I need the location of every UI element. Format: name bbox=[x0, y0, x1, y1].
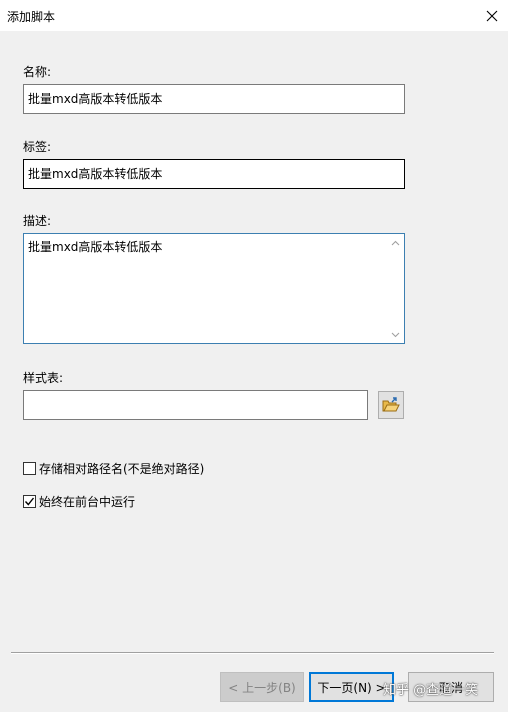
dialog-title: 添加脚本 bbox=[7, 10, 56, 24]
description-text: 批量mxd高版本转低版本 bbox=[28, 240, 163, 254]
run-foreground-option[interactable]: 始终在前台中运行 bbox=[23, 493, 135, 510]
description-label: 描述: bbox=[23, 214, 52, 228]
relative-paths-checkbox[interactable] bbox=[23, 462, 36, 475]
name-label: 名称: bbox=[23, 65, 52, 79]
tag-input[interactable]: 批量mxd高版本转低版本 bbox=[23, 159, 405, 189]
chevron-down-icon bbox=[391, 332, 400, 337]
check-icon bbox=[24, 497, 35, 506]
relative-paths-label: 存储相对路径名(不是绝对路径) bbox=[39, 462, 205, 476]
stylesheet-label: 样式表: bbox=[23, 371, 64, 385]
chevron-up-icon bbox=[391, 240, 400, 245]
description-scrollbar[interactable] bbox=[387, 234, 404, 343]
name-input[interactable]: 批量mxd高版本转低版本 bbox=[23, 84, 405, 114]
run-foreground-checkbox[interactable] bbox=[23, 495, 36, 508]
next-button[interactable]: 下一页(N) > bbox=[309, 672, 394, 702]
watermark: 知乎 @查道一笑 bbox=[383, 683, 479, 698]
title-bar: 添加脚本 bbox=[0, 0, 508, 31]
relative-paths-option[interactable]: 存储相对路径名(不是绝对路径) bbox=[23, 460, 204, 477]
stylesheet-input[interactable] bbox=[23, 390, 368, 420]
description-textarea[interactable]: 批量mxd高版本转低版本 bbox=[23, 233, 405, 344]
scroll-up-button[interactable] bbox=[387, 234, 404, 251]
footer-divider bbox=[11, 652, 494, 654]
close-icon bbox=[486, 10, 498, 21]
run-foreground-label: 始终在前台中运行 bbox=[39, 495, 136, 509]
back-button[interactable]: < 上一步(B) bbox=[220, 672, 304, 702]
tag-label: 标签: bbox=[23, 140, 52, 154]
folder-open-icon bbox=[382, 397, 400, 412]
scroll-down-button[interactable] bbox=[387, 326, 404, 343]
browse-stylesheet-button[interactable] bbox=[378, 391, 404, 419]
close-button[interactable] bbox=[478, 2, 506, 29]
